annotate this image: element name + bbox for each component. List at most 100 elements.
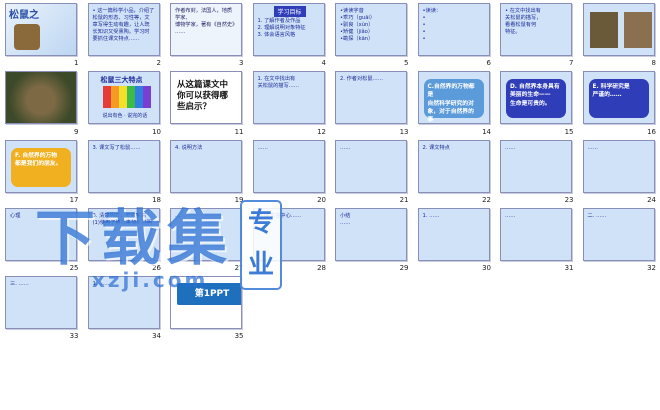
slide-thumbnail-23[interactable]: …… 23 <box>495 137 578 205</box>
slide-body-text: 3. 课文写了松鼠…… <box>92 144 141 151</box>
slide-thumbnail-25[interactable]: 心理 25 <box>0 205 83 273</box>
slide-thumbnail-3[interactable]: 作者布封，法国人，地质学家、 博物学家，著有《自然史》…… 3 <box>165 0 248 68</box>
slide-thumbnail-2[interactable]: • 这一篇科学小品，介绍了 松鼠的形态、习性等，文 章写得生动有趣，让人既 长知识又受… <box>83 0 166 68</box>
color-bar <box>134 86 143 109</box>
slide-callout-box: C.自然界的万物都是自然科学研究的对象，对于自然界的事物，我们要持科学研究的态度… <box>423 79 484 123</box>
slide-number: 14 <box>482 127 491 136</box>
slide-preview: E. 科学研究是 严谨的…… <box>582 71 655 125</box>
slide-body-text: 1. …… <box>422 212 440 219</box>
slide-thumbnail-9[interactable]: 9 <box>0 68 83 136</box>
slide-thumbnail-19[interactable]: 4. 说明方法 19 <box>165 137 248 205</box>
slide-body-text: •读读： • • • • <box>422 8 442 43</box>
squirrel-photo <box>589 12 618 48</box>
slide-number: 15 <box>564 127 574 136</box>
slide-thumbnail-22[interactable]: 2. 课文特点 22 <box>413 137 496 205</box>
slide-thumbnail-7[interactable]: • 在文中找出有 关松鼠的描写， 看看松鼠有何 特征。 7 <box>495 0 578 68</box>
slide-thumbnail-12[interactable]: 1. 在文中找出有 关松鼠的描写…… 12 <box>248 68 331 136</box>
slide-thumbnail-27[interactable]: …… 27 <box>165 205 248 273</box>
slide-preview: F. 自然界的万物 都是我们的朋友。 <box>5 139 77 193</box>
slide-body-text: (5)本文在中心…… <box>257 212 302 219</box>
slide-preview: 松鼠三大特点 说出有色 · 说完的话 <box>87 71 160 125</box>
slide-thumbnail-29[interactable]: 小结…… 29 <box>330 205 413 273</box>
slide-number: 34 <box>152 332 161 341</box>
slide-preview: 2. 作者对松鼠…… <box>335 71 407 125</box>
color-bar <box>126 86 135 109</box>
slide-thumbnail-30[interactable]: 1. …… 30 <box>413 205 496 273</box>
slide-number: 29 <box>399 264 409 273</box>
slide-number: 7 <box>569 59 574 68</box>
slide-number: 12 <box>317 127 326 136</box>
slide-thumbnail-32[interactable]: 二. …… 32 <box>578 205 660 273</box>
slide-thumbnail-34[interactable]: 1. …… 34 <box>83 273 166 341</box>
slide-preview: 1. …… <box>417 207 490 261</box>
slide-thumbnail-20[interactable]: …… 20 <box>248 137 331 205</box>
slide-sorter-grid: 松鼠之 1 • 这一篇科学小品，介绍了 松鼠的形态、习性等，文 章写得生动有趣，让人既长… <box>0 0 660 410</box>
squirrel-photo <box>623 12 652 48</box>
slide-number: 20 <box>317 195 326 204</box>
slide-title: 松鼠之 <box>9 10 39 21</box>
slide-preview: 三. …… <box>5 276 77 330</box>
slide-number: 25 <box>69 264 79 273</box>
color-bar <box>118 86 127 109</box>
slide-number: 22 <box>482 195 491 204</box>
color-bar <box>142 86 151 109</box>
slide-preview: …… <box>500 139 572 193</box>
ppt-logo: 第1PPT <box>177 283 241 306</box>
slide-number: 13 <box>399 127 409 136</box>
slide-thumbnail-18[interactable]: 3. 课文写了松鼠…… 18 <box>83 137 166 205</box>
slide-thumbnail-4[interactable]: 学习目标 1. 了解作者及作品 2. 理解说明对象特征 3. 体会语言风格 4 <box>248 0 331 68</box>
slide-preview: 小结…… <box>335 207 407 261</box>
slide-number: 8 <box>651 59 656 68</box>
slide-thumbnail-15[interactable]: D. 自然界本身具有 美丽的生命—— 生命是可贵的。 15 <box>495 68 578 136</box>
slide-thumbnail-11[interactable]: 从这篇课文中 你可以获得哪 些启示？ 11 <box>165 68 248 136</box>
slide-thumbnail-26[interactable]: 3. 清楚明白，可信度高 (1)使用了修饰来加以说明 26 <box>83 205 166 273</box>
slide-number: 24 <box>647 195 656 204</box>
slide-thumbnail-14[interactable]: C.自然界的万物都是自然科学研究的对象，对于自然界的事物，我们要持科学研究的态度… <box>413 68 496 136</box>
slide-number: 9 <box>74 127 79 136</box>
slide-body-text: 三. …… <box>10 281 29 288</box>
slide-thumbnail-21[interactable]: …… 21 <box>330 137 413 205</box>
slide-preview: 从这篇课文中 你可以获得哪 些启示？ <box>170 71 242 125</box>
slide-number: 28 <box>317 264 326 273</box>
slide-preview: 2. 课文特点 <box>417 139 490 193</box>
slide-preview: 作者布封，法国人，地质学家、 博物学家，著有《自然史》…… <box>170 3 242 56</box>
slide-thumbnail-5[interactable]: •读读字音 •乖巧（guāi） •驯良（xùn） •矫健（jiǎo） •勘探（kān） 5 <box>330 0 413 68</box>
slide-preview: …… <box>500 207 572 261</box>
slide-thumbnail-16[interactable]: E. 科学研究是 严谨的…… 16 <box>578 68 660 136</box>
slide-thumbnail-24[interactable]: …… 24 <box>578 137 660 205</box>
slide-number: 17 <box>69 195 79 204</box>
slide-footer: 说出有色 · 说完的话 <box>102 113 148 120</box>
slide-number: 31 <box>564 264 574 273</box>
slide-body-text: …… <box>257 144 268 151</box>
slide-body-text: 作者布封，法国人，地质学家、 博物学家，著有《自然史》…… <box>175 8 238 36</box>
slide-number: 35 <box>234 332 244 341</box>
slide-thumbnail-31[interactable]: …… 31 <box>495 205 578 273</box>
slide-thumbnail-35[interactable]: 第1PPT 35 <box>165 273 248 341</box>
slide-thumbnail-28[interactable]: (5)本文在中心…… 28 <box>248 205 331 273</box>
slide-thumbnail-13[interactable]: 2. 作者对松鼠…… 13 <box>330 68 413 136</box>
slide-header: 松鼠三大特点 <box>100 76 143 85</box>
slide-body-text: …… <box>175 212 186 219</box>
slide-thumbnail-6[interactable]: •读读： • • • • 6 <box>413 0 496 68</box>
slide-body-text: 从这篇课文中 你可以获得哪 些启示？ <box>177 80 229 113</box>
slide-body-text: 1. 在文中找出有 关松鼠的描写…… <box>257 76 300 90</box>
slide-number: 16 <box>647 127 656 136</box>
slide-body-text: …… <box>505 212 516 219</box>
slide-number: 23 <box>564 195 574 204</box>
slide-thumbnail-17[interactable]: F. 自然界的万物 都是我们的朋友。 17 <box>0 137 83 205</box>
slide-body-text: 小结…… <box>340 212 351 226</box>
slide-thumbnail-33[interactable]: 三. …… 33 <box>0 273 83 341</box>
slide-preview: …… <box>252 139 325 193</box>
slide-body-text: 4. 说明方法 <box>175 144 203 151</box>
color-bar <box>110 86 119 109</box>
slide-preview: 3. 清楚明白，可信度高 (1)使用了修饰来加以说明 <box>87 207 160 261</box>
slide-preview: • 这一篇科学小品，介绍了 松鼠的形态、习性等，文 章写得生动有趣，让人既 长知识又受… <box>87 3 160 56</box>
slide-thumbnail-10[interactable]: 松鼠三大特点 说出有色 · 说完的话 10 <box>83 68 166 136</box>
slide-thumbnail-8[interactable]: 8 <box>578 0 660 68</box>
slide-preview: 心理 <box>5 207 77 261</box>
squirrel-photo <box>6 72 76 124</box>
slide-body-text: • 这一篇科学小品，介绍了 松鼠的形态、习性等，文 章写得生动有趣，让人既 长知识又受… <box>92 8 155 43</box>
slide-number: 4 <box>321 59 326 68</box>
slide-thumbnail-1[interactable]: 松鼠之 1 <box>0 0 83 68</box>
slide-body-text: 1. …… <box>92 281 110 288</box>
